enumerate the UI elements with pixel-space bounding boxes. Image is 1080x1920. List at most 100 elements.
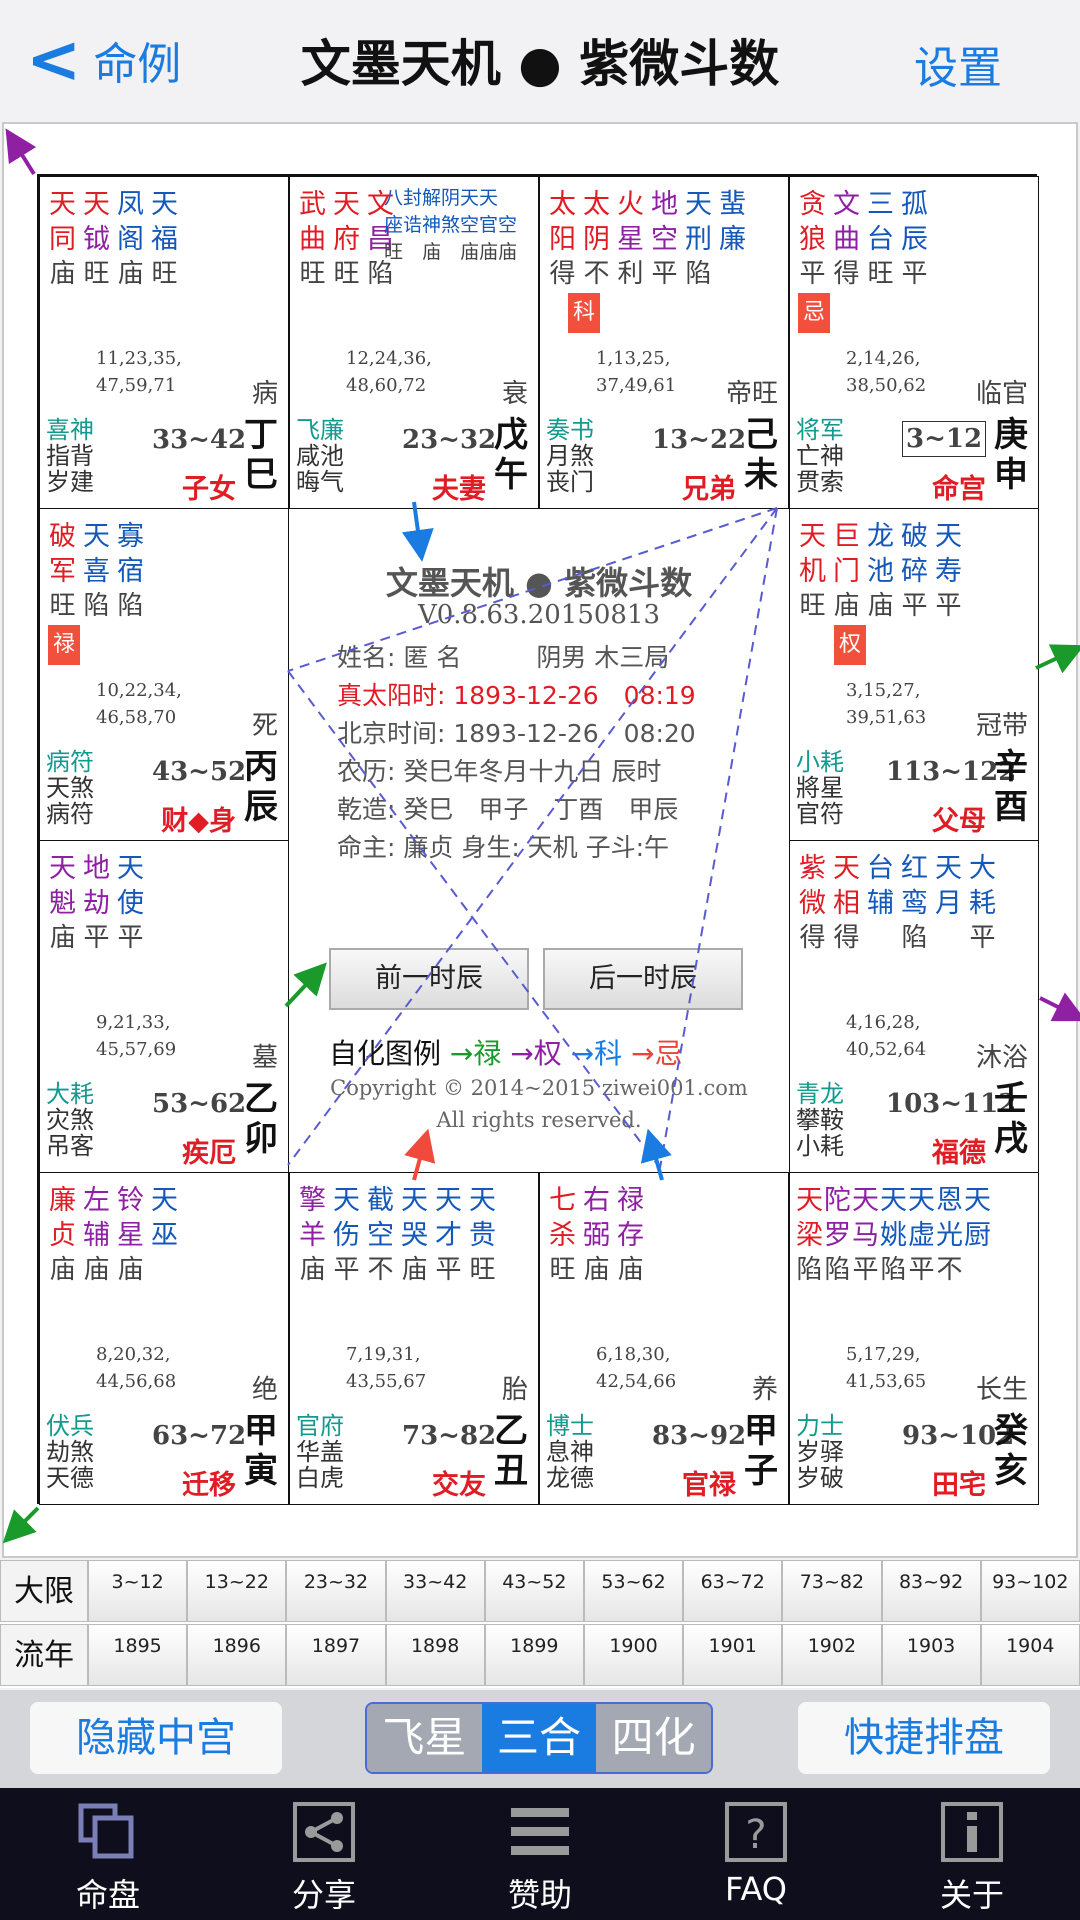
palace-wei[interactable]: 太太火地天蜚阳阴星空刑廉得不利平陷科 1,13,25, 37,49,61 帝旺 奏书 月煞…	[539, 176, 789, 509]
earthly-branch: 丑	[494, 1451, 528, 1491]
fortune-table: 大限 3~12 13~22 23~32 33~42 43~52 53~62 63~72 73~…	[0, 1560, 1080, 1688]
star-list: 贪文三孤狼曲台辰平得旺平	[796, 187, 932, 292]
palace-shen[interactable]: 贪文三孤狼曲台辰平得旺平忌 2,14,26, 38,50,62 临官 将军 亡神 贯索 3~1…	[789, 176, 1039, 509]
chevron-left-icon: <	[26, 21, 82, 98]
star-char: 陷	[796, 1255, 824, 1285]
palace-yin[interactable]: 廉左铃天贞辅星巫庙庙庙 8,20,32, 44,56,68 绝伏兵 劫煞 天德 63~72 迁…	[39, 1172, 289, 1505]
liunian-cell[interactable]: 1903	[881, 1624, 981, 1686]
spirit-list: 大耗 灾煞 吊客	[46, 1081, 94, 1159]
liunian-cell[interactable]: 1898	[385, 1624, 485, 1686]
spirit-name: 喜神	[46, 416, 94, 444]
star-char: 平	[799, 259, 827, 289]
hide-center-button[interactable]: 隐藏中宫	[30, 1702, 282, 1774]
liunian-cell[interactable]: 1896	[187, 1624, 287, 1686]
star-char: 破	[49, 521, 77, 552]
palace-chen[interactable]: 破天寡军喜宿旺陷陷禄 10,22,34, 46,58,70 死病符 天煞 病符 43~52 财…	[39, 508, 289, 841]
daxian-cell[interactable]: 23~32	[286, 1560, 386, 1622]
seg-option-0[interactable]: 飞星	[367, 1704, 482, 1772]
liunian-cell[interactable]: 1904	[980, 1624, 1080, 1686]
nav-item-0[interactable]: 命盘	[0, 1788, 216, 1920]
palace-name: 交友	[432, 1470, 486, 1501]
svg-text:?: ?	[745, 1812, 766, 1858]
star-list: 天地天魁劫使庙平平	[46, 851, 148, 956]
spirit-name: 华盖	[296, 1438, 344, 1466]
liunian-cell[interactable]: 1901	[683, 1624, 783, 1686]
spirit-list: 飞廉 咸池 晦气	[296, 417, 344, 495]
star-char: 弼	[583, 1220, 611, 1251]
brightness-row: 庙庙庙	[46, 1253, 182, 1288]
liunian-cell[interactable]: 1897	[286, 1624, 386, 1686]
star-char: 陀	[824, 1185, 852, 1216]
star-char: 火	[617, 189, 645, 220]
liunian-cell[interactable]: 1900	[583, 1624, 684, 1686]
daxian-cell[interactable]: 13~22	[187, 1560, 287, 1622]
age-line: 1,13,25,	[596, 348, 671, 369]
palace-chou[interactable]: 擎天截天天天羊伤空哭才贵庙平不庙平旺 7,19,31, 43,55,67 胎官府 华盖白…	[289, 1172, 539, 1505]
age-numbers: 8,20,32, 44,56,68	[96, 1341, 176, 1395]
quick-chart-button[interactable]: 快捷排盘	[798, 1702, 1050, 1774]
daxian-cell[interactable]: 83~92	[881, 1560, 981, 1622]
daxian-cell[interactable]: 73~82	[782, 1560, 882, 1622]
star-row: 太太火地天蜚	[546, 187, 750, 222]
spirit-name: 博士	[546, 1412, 594, 1440]
brightness-row: 旺庙庙	[546, 1253, 648, 1288]
star-char: 旺	[469, 1255, 497, 1285]
settings-button[interactable]: 设置	[914, 32, 1002, 96]
palace-si[interactable]: 天天凤天同钺阁福庙旺庙旺 11,23,35, 47,59,71 病喜神 指背 岁建 33~4…	[39, 176, 289, 509]
liunian-cell[interactable]: 1895	[88, 1624, 188, 1686]
age-numbers: 2,14,26, 38,50,62	[846, 345, 926, 399]
palace-hai[interactable]: 天陀天天天恩天 梁罗马姚虚光厨 陷陷平陷平不 5,17,29, 41,53,65 长生 力士…	[789, 1172, 1039, 1505]
star-char: 陷	[117, 591, 145, 621]
nav-label: FAQ	[725, 1870, 787, 1908]
age-numbers: 11,23,35, 47,59,71	[96, 345, 182, 399]
star-char: 廉	[49, 1185, 77, 1216]
nav-item-4[interactable]: 关于	[864, 1788, 1080, 1920]
version-text: V0.8.63.20150813	[417, 600, 661, 630]
earthly-branch: 戌	[994, 1119, 1028, 1159]
star-char: 旺	[83, 259, 111, 289]
palace-zi[interactable]: 七右禄杀弼存旺庙庙 6,18,30, 42,54,66 养博士 息神 龙德 83~92 官禄甲…	[539, 1172, 789, 1505]
star-char: 陷	[685, 259, 713, 289]
bazi-line: 乾造: 癸巳 甲子 丁酉 甲辰	[337, 795, 679, 824]
palace-xu[interactable]: 紫天台红天大微相辅鸾月耗得得陷平 4,16,28, 40,52,64 沐浴 青龙 攀鞍 小耗…	[789, 840, 1039, 1173]
earthly-branch: 午	[494, 455, 528, 495]
star-char: 台	[867, 224, 895, 255]
daxian-cell[interactable]: 63~72	[683, 1560, 783, 1622]
daxian-cell[interactable]: 33~42	[385, 1560, 485, 1622]
prev-hour-button[interactable]: 前一时辰	[329, 948, 529, 1010]
star-char: 旺	[151, 259, 179, 289]
palace-name: 子女	[182, 474, 236, 505]
nav-item-1[interactable]: 分享	[216, 1788, 432, 1920]
age-line: 6,18,30,	[596, 1344, 671, 1365]
spirit-name: 吊客	[46, 1132, 94, 1160]
age-numbers: 12,24,36, 48,60,72	[346, 345, 432, 399]
star-row: 同钺阁福	[46, 222, 182, 257]
spirit-name: 咸池	[296, 442, 344, 470]
star-char: 哭	[401, 1220, 429, 1251]
daxian-cell[interactable]: 3~12	[88, 1560, 188, 1622]
liunian-cell[interactable]: 1899	[484, 1624, 584, 1686]
next-hour-button[interactable]: 后一时辰	[543, 948, 743, 1010]
palace-you[interactable]: 天巨龙破天机门池碎寿旺庙庙平平权 3,15,27, 39,51,63 冠带 小耗 將星 官符…	[789, 508, 1039, 841]
star-char: 同	[49, 224, 77, 255]
decade-range: 83~92	[652, 1421, 747, 1451]
seg-option-2[interactable]: 四化	[596, 1704, 711, 1772]
star-char: 庙	[867, 591, 895, 621]
back-button[interactable]: < 命例	[26, 20, 181, 100]
daxian-cell[interactable]: 53~62	[583, 1560, 684, 1622]
life-stage: 病	[251, 379, 278, 409]
liunian-cell[interactable]: 1902	[782, 1624, 882, 1686]
star-char: 厨	[964, 1220, 992, 1251]
seg-option-1[interactable]: 三合	[481, 1704, 597, 1772]
palace-mao[interactable]: 天地天魁劫使庙平平 9,21,33, 45,57,69 墓大耗 灾煞 吊客 53~62 疾厄乙…	[39, 840, 289, 1173]
nav-item-2[interactable]: 赞助	[432, 1788, 648, 1920]
life-stage: 沐浴	[975, 1043, 1028, 1073]
daxian-cell[interactable]: 93~102	[980, 1560, 1080, 1622]
star-char: 机	[799, 556, 827, 587]
earthly-branch: 亥	[994, 1451, 1028, 1491]
action-bar: 隐藏中宫 飞星 三合 四化 快捷排盘	[0, 1690, 1080, 1788]
daxian-cell[interactable]: 43~52	[484, 1560, 584, 1622]
palace-wu[interactable]: 武天文曲府昌旺旺陷八封解阴天天 座诰神煞空官空旺 庙 庙庙庙 12,24,36, 48…	[289, 176, 539, 509]
nav-item-3[interactable]: ? FAQ	[648, 1788, 864, 1920]
age-line: 5,17,29,	[846, 1344, 921, 1365]
